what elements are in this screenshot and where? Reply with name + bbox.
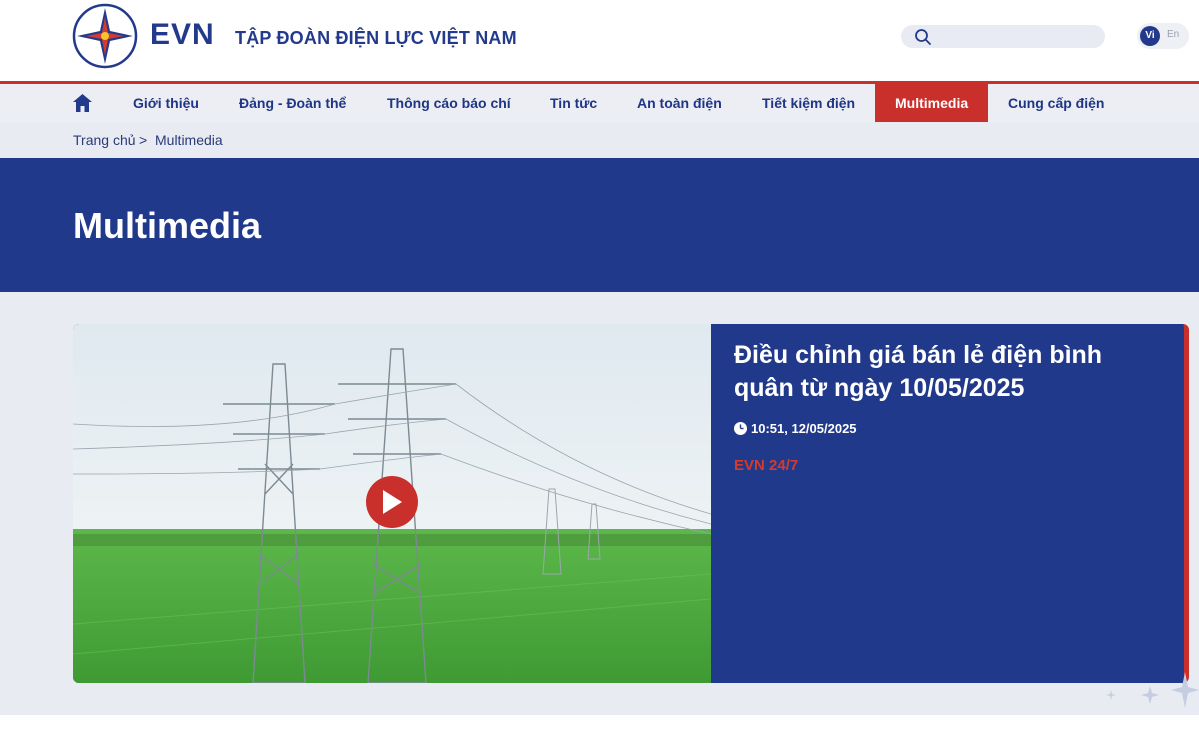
nav-item-thong-cao-bao-chi[interactable]: Thông cáo báo chí xyxy=(387,84,511,122)
content-area: Điều chỉnh giá bán lẻ điện bình quân từ … xyxy=(0,292,1199,715)
play-button[interactable] xyxy=(366,476,418,528)
evn-logo[interactable] xyxy=(72,3,138,69)
breadcrumb-current: Multimedia xyxy=(155,132,223,148)
featured-title[interactable]: Điều chỉnh giá bán lẻ điện bình quân từ … xyxy=(734,339,1154,405)
main-navigation: Giới thiệu Đảng - Đoàn thể Thông cáo báo… xyxy=(0,81,1199,122)
page-title: Multimedia xyxy=(73,205,262,246)
corporation-name[interactable]: TẬP ĐOÀN ĐIỆN LỰC VIỆT NAM xyxy=(235,28,517,49)
breadcrumb-home[interactable]: Trang chủ xyxy=(73,132,136,148)
publish-time: 10:51, 12/05/2025 xyxy=(734,421,857,436)
brand-name[interactable]: EVN xyxy=(150,18,215,52)
clock-icon xyxy=(734,422,747,435)
nav-item-dang-doan-the[interactable]: Đảng - Đoàn thể xyxy=(239,84,346,122)
site-header: EVN TẬP ĐOÀN ĐIỆN LỰC VIỆT NAM Vi En xyxy=(0,0,1199,81)
breadcrumb: Trang chủ > Multimedia xyxy=(0,122,1199,158)
publish-time-text: 10:51, 12/05/2025 xyxy=(751,421,857,436)
category-link[interactable]: EVN 24/7 xyxy=(734,457,798,474)
breadcrumb-separator: > xyxy=(139,132,148,148)
nav-item-tiet-kiem-dien[interactable]: Tiết kiệm điện xyxy=(762,84,855,122)
search-input[interactable] xyxy=(937,27,1097,46)
nav-item-tin-tuc[interactable]: Tin tức xyxy=(550,84,597,122)
home-icon[interactable] xyxy=(73,94,92,112)
language-switcher: Vi En xyxy=(1137,23,1189,49)
nav-item-an-toan-dien[interactable]: An toàn điện xyxy=(637,84,722,122)
sparkle-decoration xyxy=(1106,672,1199,708)
lang-en-button[interactable]: En xyxy=(1167,29,1179,40)
play-icon xyxy=(383,490,402,514)
nav-item-multimedia[interactable]: Multimedia xyxy=(875,84,989,122)
nav-item-cung-cap-dien[interactable]: Cung cấp điện xyxy=(1008,84,1104,122)
featured-video-card[interactable]: Điều chỉnh giá bán lẻ điện bình quân từ … xyxy=(73,324,1189,683)
search-box[interactable] xyxy=(901,25,1105,48)
footer-strip xyxy=(0,715,1199,747)
page-banner: Multimedia xyxy=(0,158,1199,292)
nav-item-gioi-thieu[interactable]: Giới thiệu xyxy=(133,84,199,122)
search-icon[interactable] xyxy=(914,28,932,46)
lang-vi-button[interactable]: Vi xyxy=(1140,26,1160,46)
